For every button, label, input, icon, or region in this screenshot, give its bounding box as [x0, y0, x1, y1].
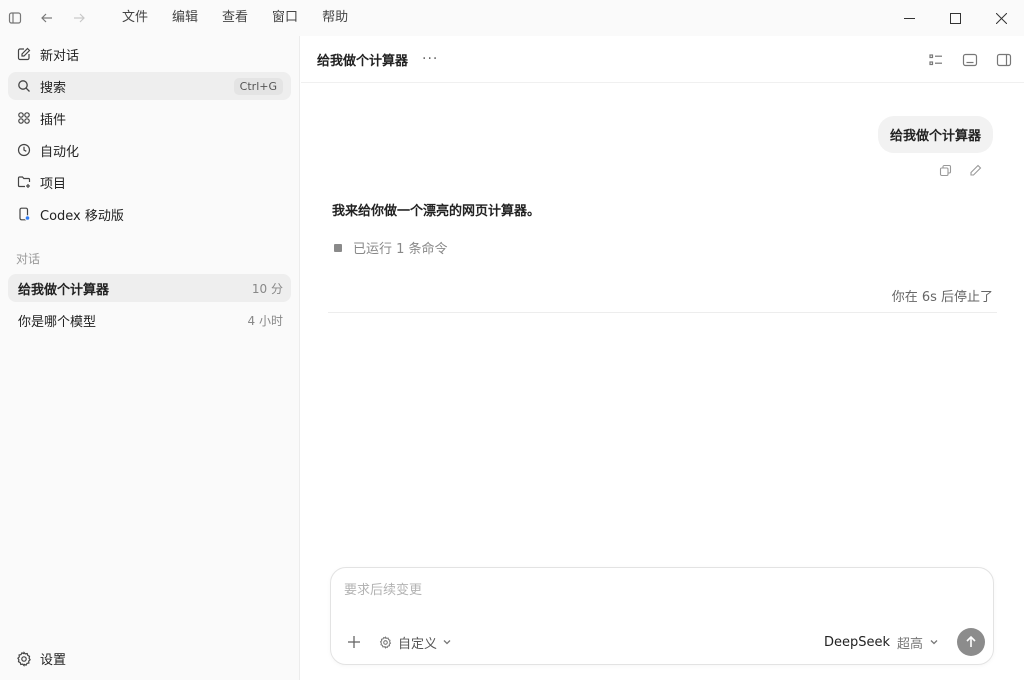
conversation-title: 给我做个计算器: [18, 282, 110, 298]
header-tools: [912, 50, 1014, 70]
model-selector[interactable]: DeepSeek 超高: [824, 633, 939, 652]
sidebar-item-label: 自动化: [40, 144, 80, 160]
conversation-item[interactable]: 给我做个计算器 10 分: [8, 274, 291, 302]
stop-square-icon: [334, 243, 342, 252]
close-icon[interactable]: [978, 0, 1024, 36]
sidebar-item-label: 插件: [40, 112, 67, 128]
terminal-panel-icon[interactable]: [960, 50, 980, 70]
menu-file[interactable]: 文件: [110, 0, 160, 36]
command-status-text: 已运行 1 条命令: [353, 242, 448, 257]
sidebar-item-new-chat[interactable]: 新对话: [8, 40, 291, 68]
clock-icon: [16, 142, 32, 158]
menu-help[interactable]: 帮助: [310, 0, 360, 36]
gear-icon: [16, 650, 32, 667]
window-controls: [886, 0, 1024, 36]
maximize-icon[interactable]: [932, 0, 978, 36]
pencil-icon[interactable]: [966, 161, 984, 179]
sidebar-toggle-icon[interactable]: [2, 5, 28, 31]
sidebar-item-label: 新对话: [40, 48, 80, 64]
sidebar: 新对话 搜索 Ctrl+G 插件 自动化 项目 Codex 移动版 对话 给我做…: [0, 36, 300, 680]
search-icon: [16, 78, 32, 94]
phone-icon: [16, 206, 32, 222]
title-bar: 文件 编辑 查看 窗口 帮助: [0, 0, 1024, 36]
menu-window[interactable]: 窗口: [260, 0, 310, 36]
command-status-row[interactable]: 已运行 1 条命令: [334, 238, 448, 257]
menu-bar: 文件 编辑 查看 窗口 帮助: [110, 0, 360, 36]
composer: 自定义 DeepSeek 超高: [330, 567, 994, 665]
sidebar-item-label: Codex 移动版: [40, 208, 124, 224]
more-options-icon[interactable]: ···: [422, 51, 438, 67]
back-arrow-icon[interactable]: [34, 5, 60, 31]
conversation-item[interactable]: 你是哪个模型 4 小时: [8, 306, 291, 334]
conversation-header: 给我做个计算器 ···: [301, 36, 1024, 83]
conversation-time: 4 小时: [247, 313, 283, 328]
conversation-title: 你是哪个模型: [18, 314, 97, 330]
prompt-input[interactable]: [344, 580, 964, 600]
sidebar-item-search[interactable]: 搜索 Ctrl+G: [8, 72, 291, 100]
chevron-down-icon: [442, 637, 452, 647]
sidebar-nav: 新对话 搜索 Ctrl+G 插件 自动化 项目 Codex 移动版: [0, 36, 299, 228]
conversation-time: 10 分: [251, 281, 283, 296]
sidebar-item-label: 搜索: [40, 80, 67, 96]
menu-view[interactable]: 查看: [210, 0, 260, 36]
page-title: 给我做个计算器: [317, 53, 409, 69]
folder-plus-icon: [16, 174, 32, 190]
settings-label: 设置: [40, 653, 67, 668]
menu-edit[interactable]: 编辑: [160, 0, 210, 36]
sidebar-item-label: 项目: [40, 176, 67, 192]
app-window: 文件 编辑 查看 窗口 帮助 新对话 搜索 Ctrl+G 插件 自动化 项目 C…: [0, 0, 1024, 680]
minimize-icon[interactable]: [886, 0, 932, 36]
composer-toolbar: 自定义 DeepSeek 超高: [331, 628, 993, 656]
section-label-conversations: 对话: [16, 252, 41, 266]
user-message: 给我做个计算器: [877, 116, 993, 153]
plus-icon[interactable]: [345, 633, 363, 651]
sidebar-item-codex-mobile[interactable]: Codex 移动版: [8, 200, 291, 228]
settings-button[interactable]: 设置: [16, 649, 66, 668]
edit-icon: [16, 46, 32, 62]
divider: [328, 312, 997, 313]
copy-icon[interactable]: [936, 161, 954, 179]
gear-icon: [379, 635, 392, 649]
main-panel: 给我做个计算器 ··· 给我做个计算器 我来给你做一个漂亮的网页计算器。 已运行…: [301, 36, 1024, 680]
checklist-icon[interactable]: [926, 50, 946, 70]
mode-label: 自定义: [398, 636, 438, 652]
side-panel-icon[interactable]: [994, 50, 1014, 70]
mode-dropdown[interactable]: 自定义: [379, 633, 452, 652]
assistant-message: 我来给你做一个漂亮的网页计算器。: [332, 204, 541, 219]
message-actions: [924, 161, 984, 179]
grid-icon: [16, 110, 32, 126]
chevron-down-icon: [929, 637, 939, 647]
shortcut-badge: Ctrl+G: [233, 77, 283, 95]
model-name: DeepSeek: [823, 634, 890, 650]
send-button[interactable]: [957, 628, 985, 656]
sidebar-item-projects[interactable]: 项目: [8, 168, 291, 196]
stopped-notice: 你在 6s 后停止了: [891, 290, 993, 305]
sidebar-item-plugins[interactable]: 插件: [8, 104, 291, 132]
reasoning-level: 超高: [896, 636, 923, 652]
sidebar-item-automation[interactable]: 自动化: [8, 136, 291, 164]
forward-arrow-icon[interactable]: [66, 5, 92, 31]
arrow-up-icon: [966, 635, 976, 647]
